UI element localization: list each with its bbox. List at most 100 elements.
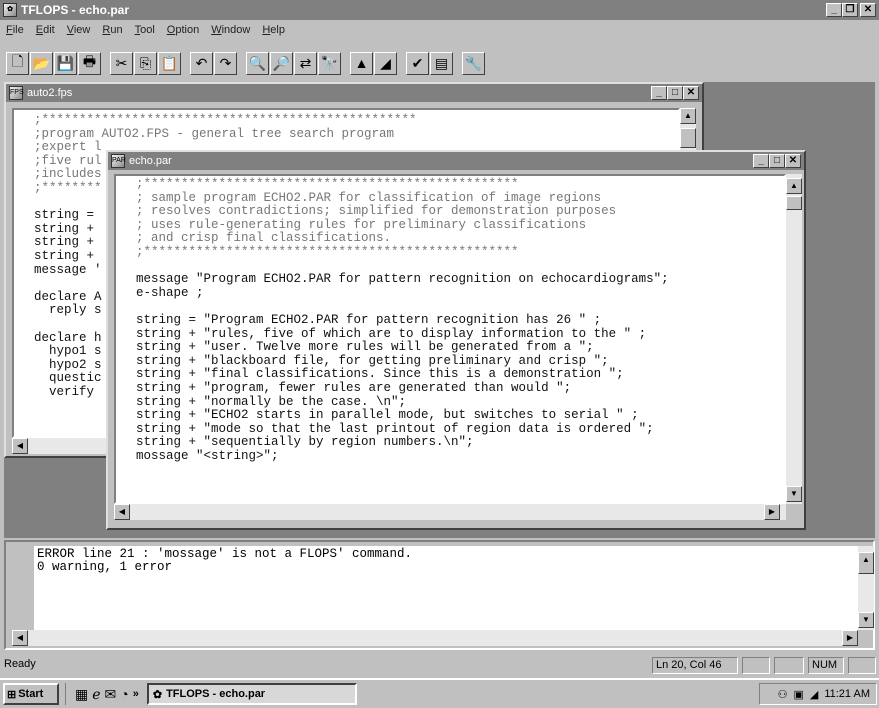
menu-run[interactable]: Run xyxy=(102,24,122,36)
auto2-close-button[interactable]: ✕ xyxy=(683,86,699,100)
paste-icon[interactable]: 📋 xyxy=(158,51,181,75)
menu-tool[interactable]: Tool xyxy=(135,24,155,36)
menu-file[interactable]: File xyxy=(6,24,24,36)
clock: 11:21 AM xyxy=(824,688,870,700)
scroll-thumb[interactable] xyxy=(680,128,696,148)
check-icon[interactable]: ✔ xyxy=(406,51,429,75)
task-label: TFLOPS - echo.par xyxy=(166,688,266,700)
code-line: string + "final classifications. Since t… xyxy=(136,367,624,382)
app-icon: ✿ xyxy=(3,3,17,17)
code-line: string + "program, fewer rules are gener… xyxy=(136,380,572,395)
auto2-minimize-button[interactable]: _ xyxy=(651,86,667,100)
system-tray: ⚇ ▣ ◢ 11:21 AM xyxy=(759,683,877,705)
menu-window[interactable]: Window xyxy=(211,24,250,36)
output-log[interactable]: ERROR line 21 : 'mossage' is not a FLOPS… xyxy=(34,546,858,630)
redo-icon[interactable]: ↷ xyxy=(214,51,237,75)
monitor-icon[interactable]: ▣ xyxy=(793,688,803,701)
outlook-icon[interactable]: ✉ xyxy=(105,686,117,703)
echo-horizontal-scrollbar[interactable]: ◀ ▶ xyxy=(114,504,786,520)
scroll-up-icon[interactable]: ▲ xyxy=(858,552,874,574)
menu-help[interactable]: Help xyxy=(262,24,285,36)
status-text: Ready xyxy=(4,658,36,670)
echo-maximize-button[interactable]: □ xyxy=(769,154,785,168)
open-folder-icon[interactable]: 📂 xyxy=(30,51,53,75)
status-blank-2 xyxy=(774,657,804,674)
cursor-position: Ln 20, Col 46 xyxy=(652,657,738,674)
code-line: ;program AUTO2.FPS - general tree search… xyxy=(34,126,395,141)
code-line: ; resolves contradictions; simplified fo… xyxy=(136,204,617,219)
scroll-up-icon[interactable]: ▲ xyxy=(680,108,696,124)
scroll-left-icon[interactable]: ◀ xyxy=(12,630,28,646)
status-blank-1 xyxy=(742,657,770,674)
code-line: ;***************************************… xyxy=(136,177,519,191)
code-line: ;***************************************… xyxy=(34,113,417,127)
app-title: TFLOPS - echo.par xyxy=(21,3,130,17)
code-line: string + "sequentially by region numbers… xyxy=(136,435,474,450)
echo-title: echo.par xyxy=(129,155,172,167)
undo-icon[interactable]: ↶ xyxy=(190,51,213,75)
cut-icon[interactable]: ✂ xyxy=(110,51,133,75)
scroll-down-icon[interactable]: ▼ xyxy=(858,612,874,628)
auto2-title-bar[interactable]: FPS auto2.fps _ □ ✕ xyxy=(6,84,702,102)
desktop-icon[interactable]: ▦ xyxy=(75,686,88,703)
copy-icon[interactable]: ⎘ xyxy=(134,51,157,75)
taskbar: ⊞ Start ▦ ℯ ✉ ◔ » ✿ TFLOPS - echo.par ⚇ … xyxy=(0,678,879,708)
menu-option[interactable]: Option xyxy=(167,24,199,36)
find-next-icon[interactable]: 🔎 xyxy=(270,51,293,75)
code-line: ; and crisp final classifications. xyxy=(136,231,392,246)
scroll-left-icon[interactable]: ◀ xyxy=(114,504,130,520)
minimize-button[interactable]: _ xyxy=(826,3,842,17)
print-icon[interactable]: 🖶 xyxy=(78,51,101,75)
code-line: string + "user. Twelve more rules will b… xyxy=(136,340,594,355)
scroll-down-icon[interactable]: ▼ xyxy=(786,486,802,502)
restore-button[interactable]: ❐ xyxy=(842,3,858,17)
menu-bar: File Edit View Run Tool Option Window Help xyxy=(0,20,879,40)
output-vertical-scrollbar[interactable]: ▲ ▼ xyxy=(858,546,874,630)
menu-view[interactable]: View xyxy=(67,24,91,36)
echo-vertical-scrollbar[interactable]: ▲ ▼ xyxy=(786,174,802,504)
start-button[interactable]: ⊞ Start xyxy=(3,683,59,705)
new-file-icon[interactable]: 🗋 xyxy=(6,51,29,75)
code-line: ; uses rule-generating rules for prelimi… xyxy=(136,217,587,232)
app-title-bar: ✿ TFLOPS - echo.par _ ❐ ✕ xyxy=(0,0,879,20)
menu-edit[interactable]: Edit xyxy=(36,24,55,36)
scroll-right-icon[interactable]: ▶ xyxy=(764,504,780,520)
auto2-maximize-button[interactable]: □ xyxy=(667,86,683,100)
task-button-tflops[interactable]: ✿ TFLOPS - echo.par xyxy=(146,683,357,705)
scroll-thumb[interactable] xyxy=(786,196,802,210)
find-in-files-icon[interactable]: 🔭 xyxy=(318,51,341,75)
start-label: Start xyxy=(18,688,44,700)
network-icon[interactable]: ⚇ xyxy=(778,688,788,701)
toolbar: 🗋 📂 💾 🖶 ✂ ⎘ 📋 ↶ ↷ 🔍 🔎 ⇄ 🔭 ▲ ◢ ✔ ▤ 🔧 xyxy=(6,48,486,78)
echo-editor[interactable]: ;***************************************… xyxy=(114,174,786,504)
find-icon[interactable]: 🔍 xyxy=(246,51,269,75)
echo-close-button[interactable]: ✕ xyxy=(785,154,801,168)
rule-icon[interactable]: ▤ xyxy=(430,51,453,75)
channels-icon[interactable]: ◔ xyxy=(120,686,128,702)
scroll-up-icon[interactable]: ▲ xyxy=(786,178,802,194)
internet-explorer-icon[interactable]: ℯ xyxy=(92,686,100,703)
volume-icon[interactable]: ◢ xyxy=(810,688,818,701)
code-line: ;***************************************… xyxy=(136,244,519,259)
echo-title-bar[interactable]: PAR echo.par _ □ ✕ xyxy=(108,152,804,170)
tools-icon[interactable]: 🔧 xyxy=(462,51,485,75)
status-blank-3 xyxy=(848,657,876,674)
windows-logo-icon: ⊞ xyxy=(7,688,17,701)
close-button[interactable]: ✕ xyxy=(860,3,876,17)
output-horizontal-scrollbar[interactable]: ◀ ▶ xyxy=(12,630,858,646)
numlock-indicator: NUM xyxy=(808,657,844,674)
scroll-left-icon[interactable]: ◀ xyxy=(12,438,28,454)
replace-icon[interactable]: ⇄ xyxy=(294,51,317,75)
code-line: message "Program ECHO2.PAR for pattern r… xyxy=(136,272,669,287)
echo-minimize-button[interactable]: _ xyxy=(753,154,769,168)
quicklaunch-more-icon[interactable]: » xyxy=(133,688,139,700)
run-icon[interactable]: ◢ xyxy=(374,51,397,75)
echo-window[interactable]: PAR echo.par _ □ ✕ ;********************… xyxy=(106,150,806,530)
app-icon: ✿ xyxy=(152,688,163,701)
compile-icon[interactable]: ▲ xyxy=(350,51,373,75)
save-icon[interactable]: 💾 xyxy=(54,51,77,75)
code-line: string + "normally be the case. \n"; xyxy=(136,394,407,409)
scroll-right-icon[interactable]: ▶ xyxy=(842,630,858,646)
